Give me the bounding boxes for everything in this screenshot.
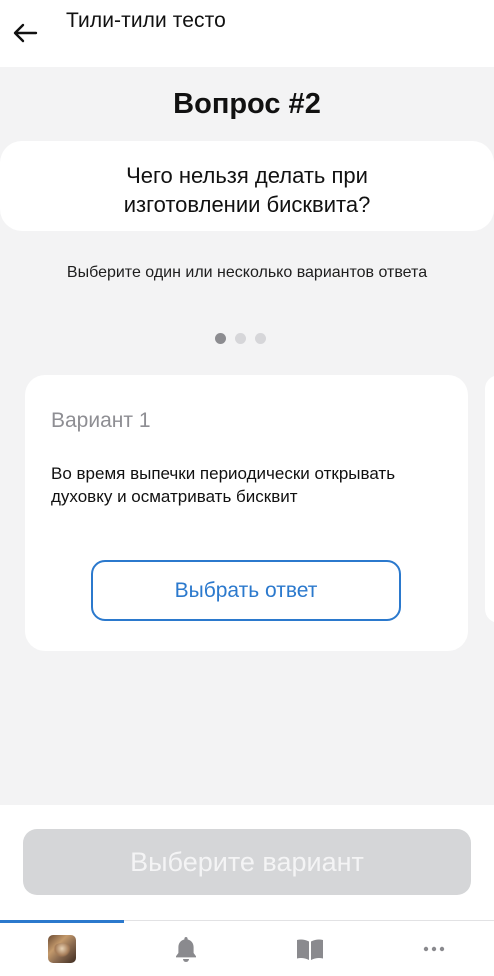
next-answer-card[interactable] bbox=[485, 375, 494, 623]
avatar-icon bbox=[48, 934, 76, 963]
pager-dot-2[interactable] bbox=[235, 333, 246, 344]
variant-text: Во время выпечки периодически открывать … bbox=[51, 464, 396, 506]
tab-more[interactable] bbox=[372, 921, 494, 976]
arrow-left-icon bbox=[13, 23, 38, 43]
bell-icon bbox=[176, 936, 196, 962]
tab-library[interactable] bbox=[248, 921, 372, 976]
more-dots-icon bbox=[423, 946, 445, 951]
submit-button[interactable]: Выберите вариант bbox=[23, 829, 471, 895]
answer-card[interactable]: Вариант 1 Во время выпечки периодически … bbox=[25, 375, 468, 651]
answer-hint: Выберите один или несколько вариантов от… bbox=[66, 264, 428, 281]
top-bar: Тили-тили тесто bbox=[0, 0, 494, 67]
question-number: Вопрос #2 bbox=[173, 88, 321, 120]
tab-bar bbox=[0, 920, 494, 975]
book-icon bbox=[297, 939, 323, 960]
pager-dots bbox=[215, 333, 266, 345]
question-area: Вопрос #2 Чего нельзя делать при изготов… bbox=[0, 67, 494, 805]
pager-dot-1[interactable] bbox=[215, 333, 226, 344]
tab-profile[interactable] bbox=[0, 921, 124, 976]
choose-answer-button[interactable]: Выбрать ответ bbox=[91, 560, 401, 621]
app-title: Тили-тили тесто bbox=[66, 9, 226, 32]
tab-notifications[interactable] bbox=[124, 921, 248, 976]
footer: Выберите вариант bbox=[0, 805, 494, 920]
pager-dot-3[interactable] bbox=[255, 333, 266, 344]
question-text: Чего нельзя делать при изготовлении биск… bbox=[123, 163, 371, 217]
variant-label: Вариант 1 bbox=[51, 409, 151, 432]
back-button[interactable] bbox=[10, 20, 40, 46]
